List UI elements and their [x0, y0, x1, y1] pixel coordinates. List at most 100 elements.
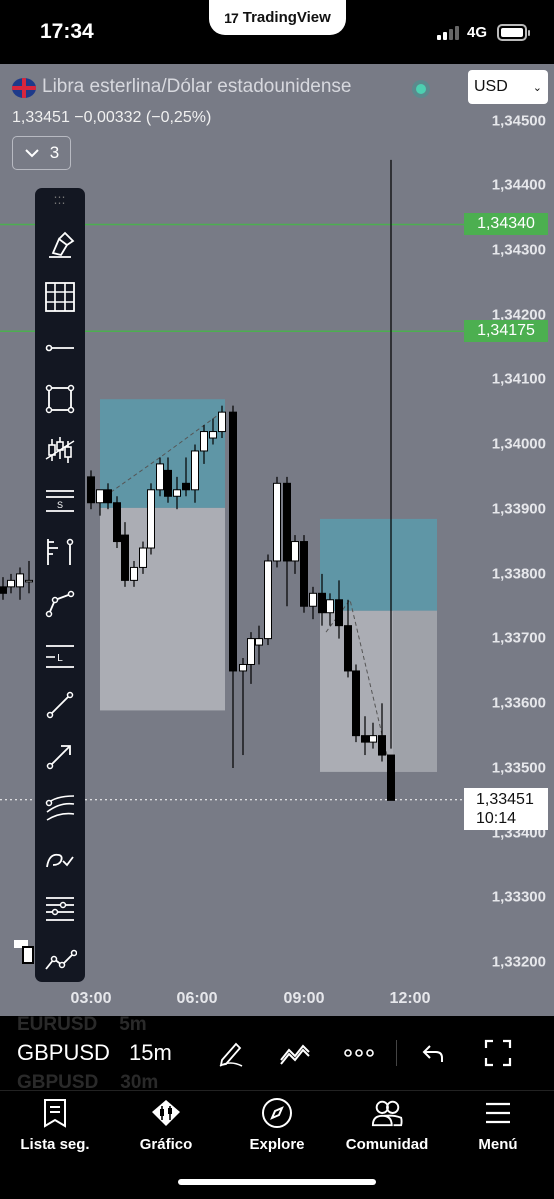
- brush-icon[interactable]: [42, 228, 78, 264]
- current-price-tag: 1,33451 10:14: [464, 788, 548, 830]
- price-axis-label: 1,34500: [491, 112, 546, 130]
- current-price-value: 1,33451: [476, 791, 534, 808]
- indicators-icon[interactable]: [278, 1036, 312, 1070]
- tab-menu[interactable]: Menú: [443, 1097, 553, 1161]
- candle-body: [326, 599, 334, 614]
- candle-body: [318, 592, 326, 614]
- candle-body: [273, 482, 281, 562]
- forecast-icon[interactable]: [42, 942, 78, 978]
- home-indicator: [178, 1179, 376, 1185]
- grid-icon[interactable]: [42, 279, 78, 315]
- candle-body: [209, 431, 217, 439]
- long-short-icon[interactable]: S: [42, 483, 78, 519]
- tab-explore[interactable]: Explore: [222, 1097, 332, 1161]
- currency-select[interactable]: USD ⌄: [468, 70, 548, 104]
- more-icon[interactable]: [342, 1036, 376, 1070]
- tradingview-logo-icon: 17: [224, 9, 239, 26]
- drag-handle-icon[interactable]: ⋯ ⋯: [35, 191, 85, 209]
- candle-body: [121, 534, 129, 581]
- watchlist-icon: [39, 1097, 71, 1129]
- arrow-line-icon[interactable]: [42, 738, 78, 774]
- candle-body: [291, 541, 299, 562]
- pattern-icon[interactable]: [42, 432, 78, 468]
- bar-countdown: 10:14: [476, 810, 517, 827]
- svg-text:S: S: [57, 500, 63, 510]
- chart-area[interactable]: Libra esterlina/Dólar estadounidense 1,3…: [0, 64, 554, 1016]
- candle-body: [164, 469, 172, 497]
- rectangle-icon[interactable]: [42, 381, 78, 417]
- candle-body: [378, 735, 386, 756]
- recent-symbol-row[interactable]: EURUSD 5m: [17, 1016, 147, 1036]
- signal-icon: [437, 26, 463, 40]
- price-axis-label: 1,33200: [491, 953, 546, 971]
- candle-body: [218, 411, 226, 433]
- candle-body: [300, 541, 308, 607]
- tab-community[interactable]: Comunidad: [332, 1097, 442, 1161]
- ray-icon[interactable]: [42, 330, 78, 366]
- candle-body: [247, 638, 255, 665]
- tab-chart[interactable]: Gráfico: [111, 1097, 221, 1161]
- tab-label: Lista seg.: [20, 1136, 90, 1153]
- price-label-icon[interactable]: L: [42, 636, 78, 672]
- candle-body: [239, 663, 247, 672]
- price-axis-label: 1,34400: [491, 176, 546, 194]
- candle-body: [182, 482, 190, 491]
- price-axis-label: 1,33300: [491, 888, 546, 906]
- horizontal-lines-icon[interactable]: [42, 891, 78, 927]
- candle-body: [16, 573, 24, 588]
- symbol-ticker-button[interactable]: GBPUSD: [17, 1040, 110, 1066]
- candle-body: [87, 476, 95, 504]
- tab-label: Menú: [478, 1136, 518, 1153]
- indicators-toggle-button[interactable]: 3: [12, 136, 71, 170]
- candle-body: [96, 489, 104, 504]
- candle-body: [7, 579, 15, 588]
- chevron-down-icon: [25, 149, 39, 158]
- price-axis-label: 1,33900: [491, 500, 546, 518]
- candle-body: [352, 670, 360, 737]
- draw-icon[interactable]: [214, 1036, 248, 1070]
- fullscreen-icon[interactable]: [481, 1036, 515, 1070]
- price-change: 1,33451 −0,00332 (−0,25%): [12, 109, 212, 126]
- target-zone: [320, 518, 437, 611]
- candle-body: [113, 502, 121, 543]
- stop-zone-shade: [393, 610, 437, 772]
- candle-body: [191, 450, 199, 491]
- timeframe-button[interactable]: 15m: [129, 1040, 172, 1066]
- candle-body: [130, 566, 138, 581]
- candle-body: [173, 489, 181, 497]
- annotation-icon[interactable]: [42, 840, 78, 876]
- tab-watchlist[interactable]: Lista seg.: [0, 1097, 110, 1161]
- path-icon[interactable]: [42, 585, 78, 621]
- market-status-icon[interactable]: [412, 80, 430, 98]
- svg-text:L: L: [57, 653, 63, 664]
- indicator-count: 3: [49, 143, 60, 162]
- undo-icon[interactable]: [416, 1036, 450, 1070]
- horizontal-line-price-tag[interactable]: 1,34175: [464, 320, 548, 342]
- candle-body: [104, 489, 112, 504]
- gbp-usd-flag-icon: [12, 78, 36, 98]
- candle-body: [335, 599, 343, 627]
- tradingview-watermark-icon: [14, 940, 34, 964]
- trend-line-icon[interactable]: [42, 687, 78, 723]
- candle-body: [369, 735, 377, 743]
- candle-body: [387, 754, 395, 801]
- price-axis-label: 1,34000: [491, 435, 546, 453]
- chart-icon: [150, 1097, 182, 1129]
- candle-body: [361, 735, 369, 743]
- recent-symbol-row[interactable]: GBPUSD 30m: [17, 1072, 158, 1090]
- candle-body: [255, 638, 263, 646]
- symbol-name[interactable]: Libra esterlina/Dólar estadounidense: [42, 76, 351, 98]
- fib-icon[interactable]: [42, 534, 78, 570]
- horizontal-line-price-tag[interactable]: 1,34340: [464, 213, 548, 235]
- price-axis-label: 1,34100: [491, 370, 546, 388]
- candle-body: [264, 560, 272, 640]
- price-axis-label: 1,33500: [491, 759, 546, 777]
- candle-body: [25, 579, 33, 583]
- drawing-toolbar[interactable]: ⋯ ⋯ S L: [35, 188, 85, 982]
- menu-icon: [482, 1097, 514, 1129]
- network-label: 4G: [467, 24, 488, 41]
- parallel-channel-icon[interactable]: [42, 789, 78, 825]
- time-axis-label: 12:00: [389, 990, 431, 1007]
- target-zone: [100, 399, 225, 508]
- time-axis-label: 06:00: [176, 990, 218, 1007]
